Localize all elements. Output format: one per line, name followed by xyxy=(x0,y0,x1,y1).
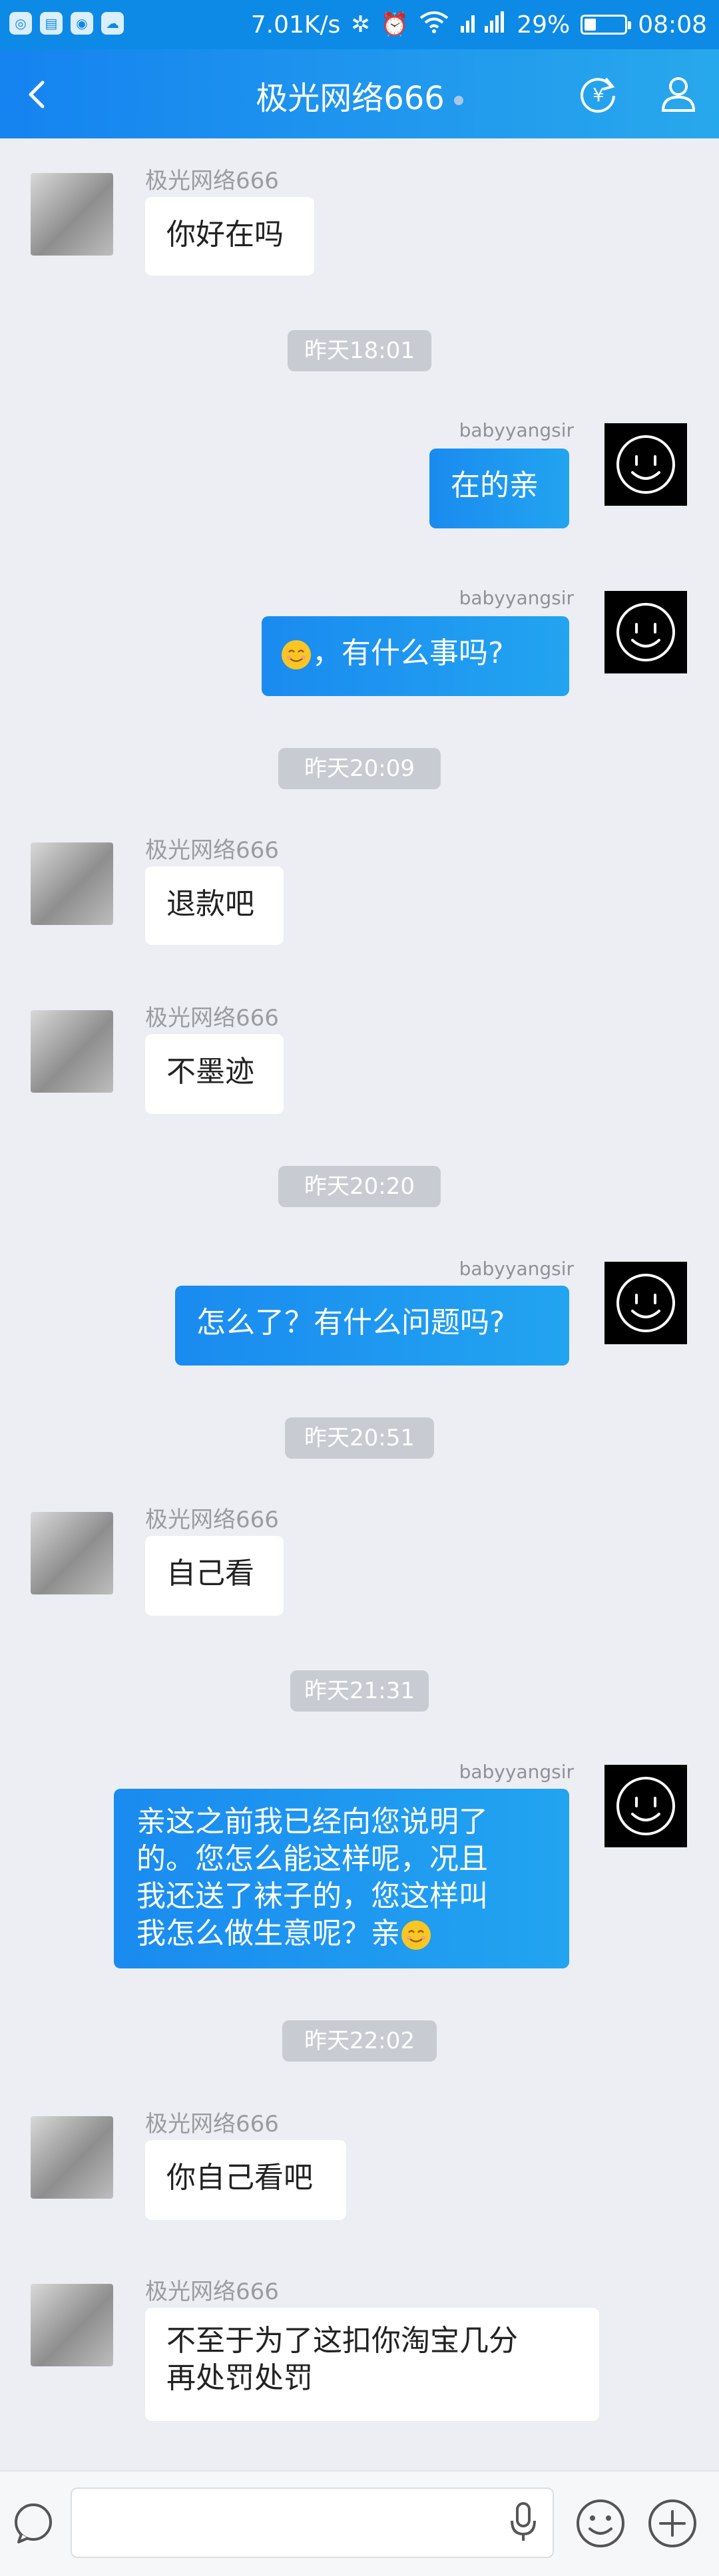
yuan-refresh-icon: ¥ xyxy=(581,77,615,113)
battery-percent: 29% xyxy=(517,11,571,39)
notification-icons: ◎ ▤ ◉ ☁ xyxy=(9,12,124,35)
emoji-icon xyxy=(577,2499,624,2547)
avatar[interactable] xyxy=(31,1010,113,1093)
voice-toggle-button[interactable] xyxy=(9,2499,57,2547)
alarm-icon: ⏰ xyxy=(380,11,409,38)
microphone-icon[interactable] xyxy=(509,2501,538,2545)
avatar[interactable] xyxy=(31,173,113,256)
message-bubble[interactable]: 不墨迹 xyxy=(145,1034,284,1114)
avatar[interactable] xyxy=(31,2284,113,2366)
wifi-icon xyxy=(419,10,449,40)
smiley-icon xyxy=(616,1777,675,1835)
message-bubble[interactable]: 在的亲 xyxy=(429,449,569,528)
message-line: 再处罚处罚 xyxy=(166,2361,313,2395)
weather-icon: ☁ xyxy=(101,12,124,35)
weibo-icon: ◎ xyxy=(9,12,32,35)
timestamp: 昨天18:01 xyxy=(288,330,431,371)
more-button[interactable] xyxy=(644,2495,700,2551)
message-line: 不至于为了这扣你淘宝几分 xyxy=(166,2324,518,2358)
smiley-icon xyxy=(616,1274,675,1332)
wechat-icon: ◉ xyxy=(71,12,93,35)
smiley-icon xyxy=(616,435,675,494)
profile-button[interactable] xyxy=(656,72,700,116)
sender-name: 极光网络666 xyxy=(145,168,279,194)
plus-circle-icon xyxy=(648,2499,696,2547)
sender-name: babyyangsir xyxy=(459,1761,574,1783)
status-time: 08:08 xyxy=(638,11,707,39)
app-icon: ▤ xyxy=(40,12,63,35)
sender-name: babyyangsir xyxy=(459,419,574,441)
message-text: ，有什么事吗? xyxy=(312,636,504,670)
sender-name: 极光网络666 xyxy=(145,837,279,864)
smile-emoji-icon xyxy=(401,1921,431,1950)
avatar[interactable] xyxy=(31,842,113,925)
message-line: 我还送了袜子的，您这样叫 xyxy=(136,1879,488,1913)
timestamp: 昨天22:02 xyxy=(282,2020,437,2062)
timestamp: 昨天21:31 xyxy=(290,1670,429,1712)
avatar[interactable] xyxy=(604,1262,687,1344)
smiley-icon xyxy=(616,603,675,661)
status-bar: ◎ ▤ ◉ ☁ 7.01K/s ✲ ⏰ 29% 08:08 xyxy=(0,0,719,49)
contact-name: 极光网络666 xyxy=(256,80,445,117)
sender-name: 极光网络666 xyxy=(145,2111,279,2137)
chat-header: 极光网络666 ¥ xyxy=(0,49,719,138)
message-input[interactable] xyxy=(71,2487,554,2558)
avatar[interactable] xyxy=(604,591,687,673)
timestamp: 昨天20:51 xyxy=(285,1417,434,1459)
avatar[interactable] xyxy=(604,423,687,506)
message-line: 的。您怎么能这样呢，况且 xyxy=(136,1842,488,1876)
message-bubble[interactable]: 你自己看吧 xyxy=(145,2140,346,2220)
user-icon xyxy=(661,77,696,112)
svg-text:¥: ¥ xyxy=(593,84,604,106)
message-line: 亲这之前我已经向您说明了 xyxy=(136,1805,488,1839)
message-line: 我怎么做生意呢？亲 xyxy=(136,1917,400,1950)
avatar[interactable] xyxy=(31,1512,113,1594)
avatar[interactable] xyxy=(604,1765,687,1847)
battery-fill xyxy=(585,19,597,31)
message-bubble[interactable]: 怎么了？有什么问题吗? xyxy=(175,1286,569,1366)
payment-button[interactable]: ¥ xyxy=(577,72,620,116)
sender-name: babyyangsir xyxy=(459,1258,574,1280)
sender-name: 极光网络666 xyxy=(145,1507,279,1533)
timestamp: 昨天20:20 xyxy=(278,1166,441,1207)
message-bubble[interactable]: 不至于为了这扣你淘宝几分 再处罚处罚 xyxy=(145,2308,599,2421)
message-bubble[interactable]: 自己看 xyxy=(145,1536,284,1616)
avatar[interactable] xyxy=(31,2116,113,2199)
message-bubble[interactable]: 退款吧 xyxy=(145,866,284,945)
input-bar xyxy=(0,2470,719,2576)
sender-name: 极光网络666 xyxy=(145,2279,279,2305)
bluetooth-icon: ✲ xyxy=(351,11,370,38)
sender-name: 极光网络666 xyxy=(145,1005,279,1031)
message-bubble[interactable]: ，有什么事吗? xyxy=(262,616,569,696)
sender-name: babyyangsir xyxy=(459,587,574,609)
network-speed: 7.01K/s xyxy=(250,11,341,39)
chat-bubble-icon xyxy=(15,2503,52,2543)
message-bubble[interactable]: 你好在吗 xyxy=(145,197,314,276)
online-status-dot xyxy=(453,96,463,105)
smile-emoji-icon xyxy=(282,640,311,669)
signal-icon xyxy=(459,10,506,40)
timestamp: 昨天20:09 xyxy=(278,748,441,789)
emoji-button[interactable] xyxy=(573,2495,628,2551)
message-bubble[interactable]: 亲这之前我已经向您说明了 的。您怎么能这样呢，况且 我还送了袜子的，您这样叫 我… xyxy=(114,1789,569,1968)
battery-icon xyxy=(581,15,632,35)
